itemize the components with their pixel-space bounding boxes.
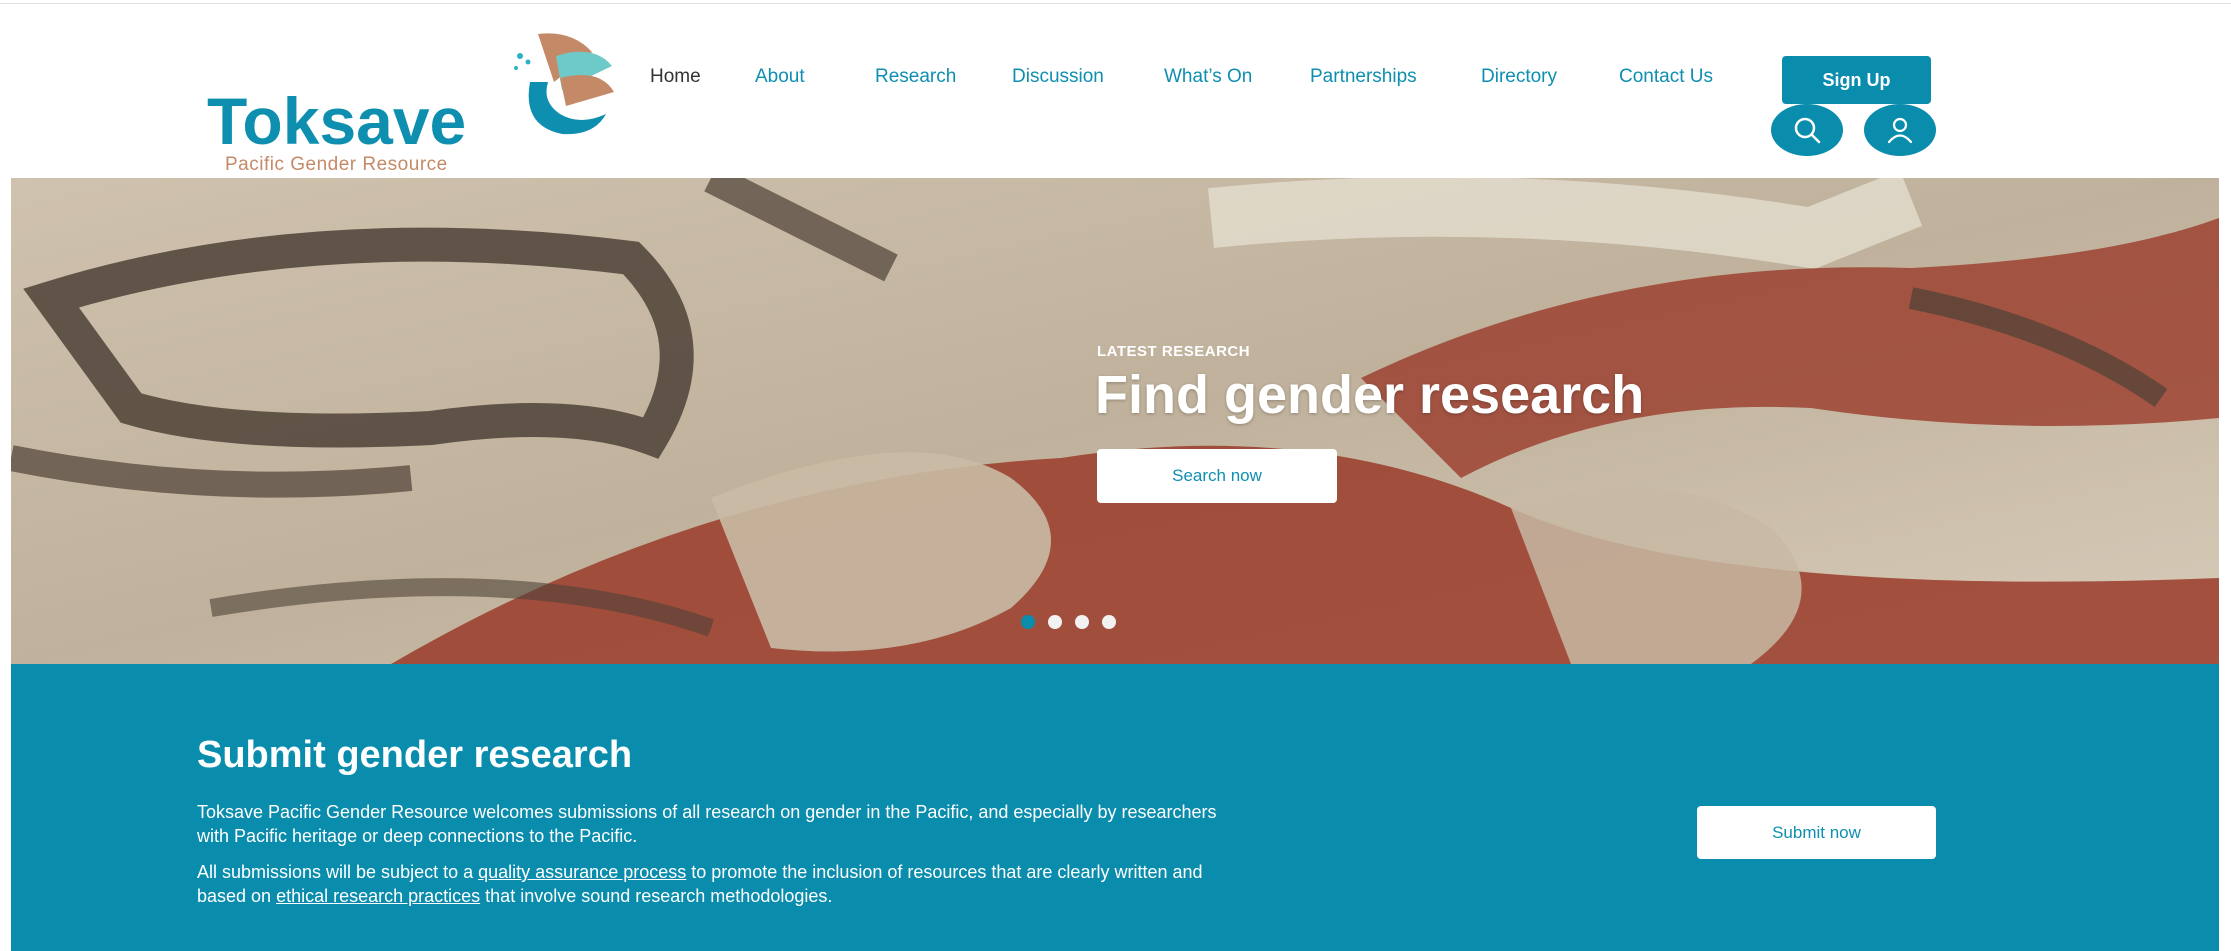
account-button[interactable] <box>1864 104 1936 156</box>
hero-carousel: LATEST RESEARCH Find gender research Sea… <box>11 178 2219 664</box>
nav-research[interactable]: Research <box>875 66 956 88</box>
sign-up-button[interactable]: Sign Up <box>1782 56 1931 104</box>
submit-now-button[interactable]: Submit now <box>1697 806 1936 859</box>
logo-wordmark: Toksave <box>207 84 467 158</box>
quality-assurance-link[interactable]: quality assurance process <box>478 862 686 882</box>
submit-section-title: Submit gender research <box>197 734 633 776</box>
carousel-dot-4[interactable] <box>1102 615 1116 629</box>
nav-home[interactable]: Home <box>650 66 701 88</box>
carousel-dot-3[interactable] <box>1075 615 1089 629</box>
carousel-dot-2[interactable] <box>1048 615 1062 629</box>
submit-intro-paragraph: Toksave Pacific Gender Resource welcomes… <box>197 802 1217 846</box>
site-header: Toksave Pacific Gender Resource Home Abo… <box>0 4 2231 177</box>
search-button[interactable] <box>1771 104 1843 156</box>
hero-eyebrow: LATEST RESEARCH <box>1097 343 1251 360</box>
hero-title: Find gender research <box>1095 365 1645 425</box>
carousel-dots <box>1021 615 1116 629</box>
submit-policy-paragraph: All submissions will be subject to a qua… <box>197 860 1217 908</box>
logo-tagline: Pacific Gender Resource <box>225 154 448 175</box>
nav-directory[interactable]: Directory <box>1481 66 1557 88</box>
user-icon <box>1887 117 1913 144</box>
search-icon <box>1794 117 1821 144</box>
nav-contact-us[interactable]: Contact Us <box>1619 66 1713 88</box>
policy-text-3: that involve sound research methodologie… <box>480 886 833 906</box>
carousel-dot-1[interactable] <box>1021 615 1035 629</box>
toksave-logo[interactable]: Toksave Pacific Gender Resource <box>207 26 627 175</box>
submit-research-section: Submit gender research Toksave Pacific G… <box>11 664 2219 951</box>
nav-about[interactable]: About <box>755 66 805 88</box>
search-now-button[interactable]: Search now <box>1097 449 1337 503</box>
policy-text-1: All submissions will be subject to a <box>197 862 479 882</box>
nav-partnerships[interactable]: Partnerships <box>1310 66 1417 88</box>
nav-whats-on[interactable]: What’s On <box>1164 66 1252 88</box>
logo-shell-icon <box>514 33 614 135</box>
ethical-research-link[interactable]: ethical research practices <box>276 886 480 906</box>
nav-discussion[interactable]: Discussion <box>1012 66 1104 88</box>
